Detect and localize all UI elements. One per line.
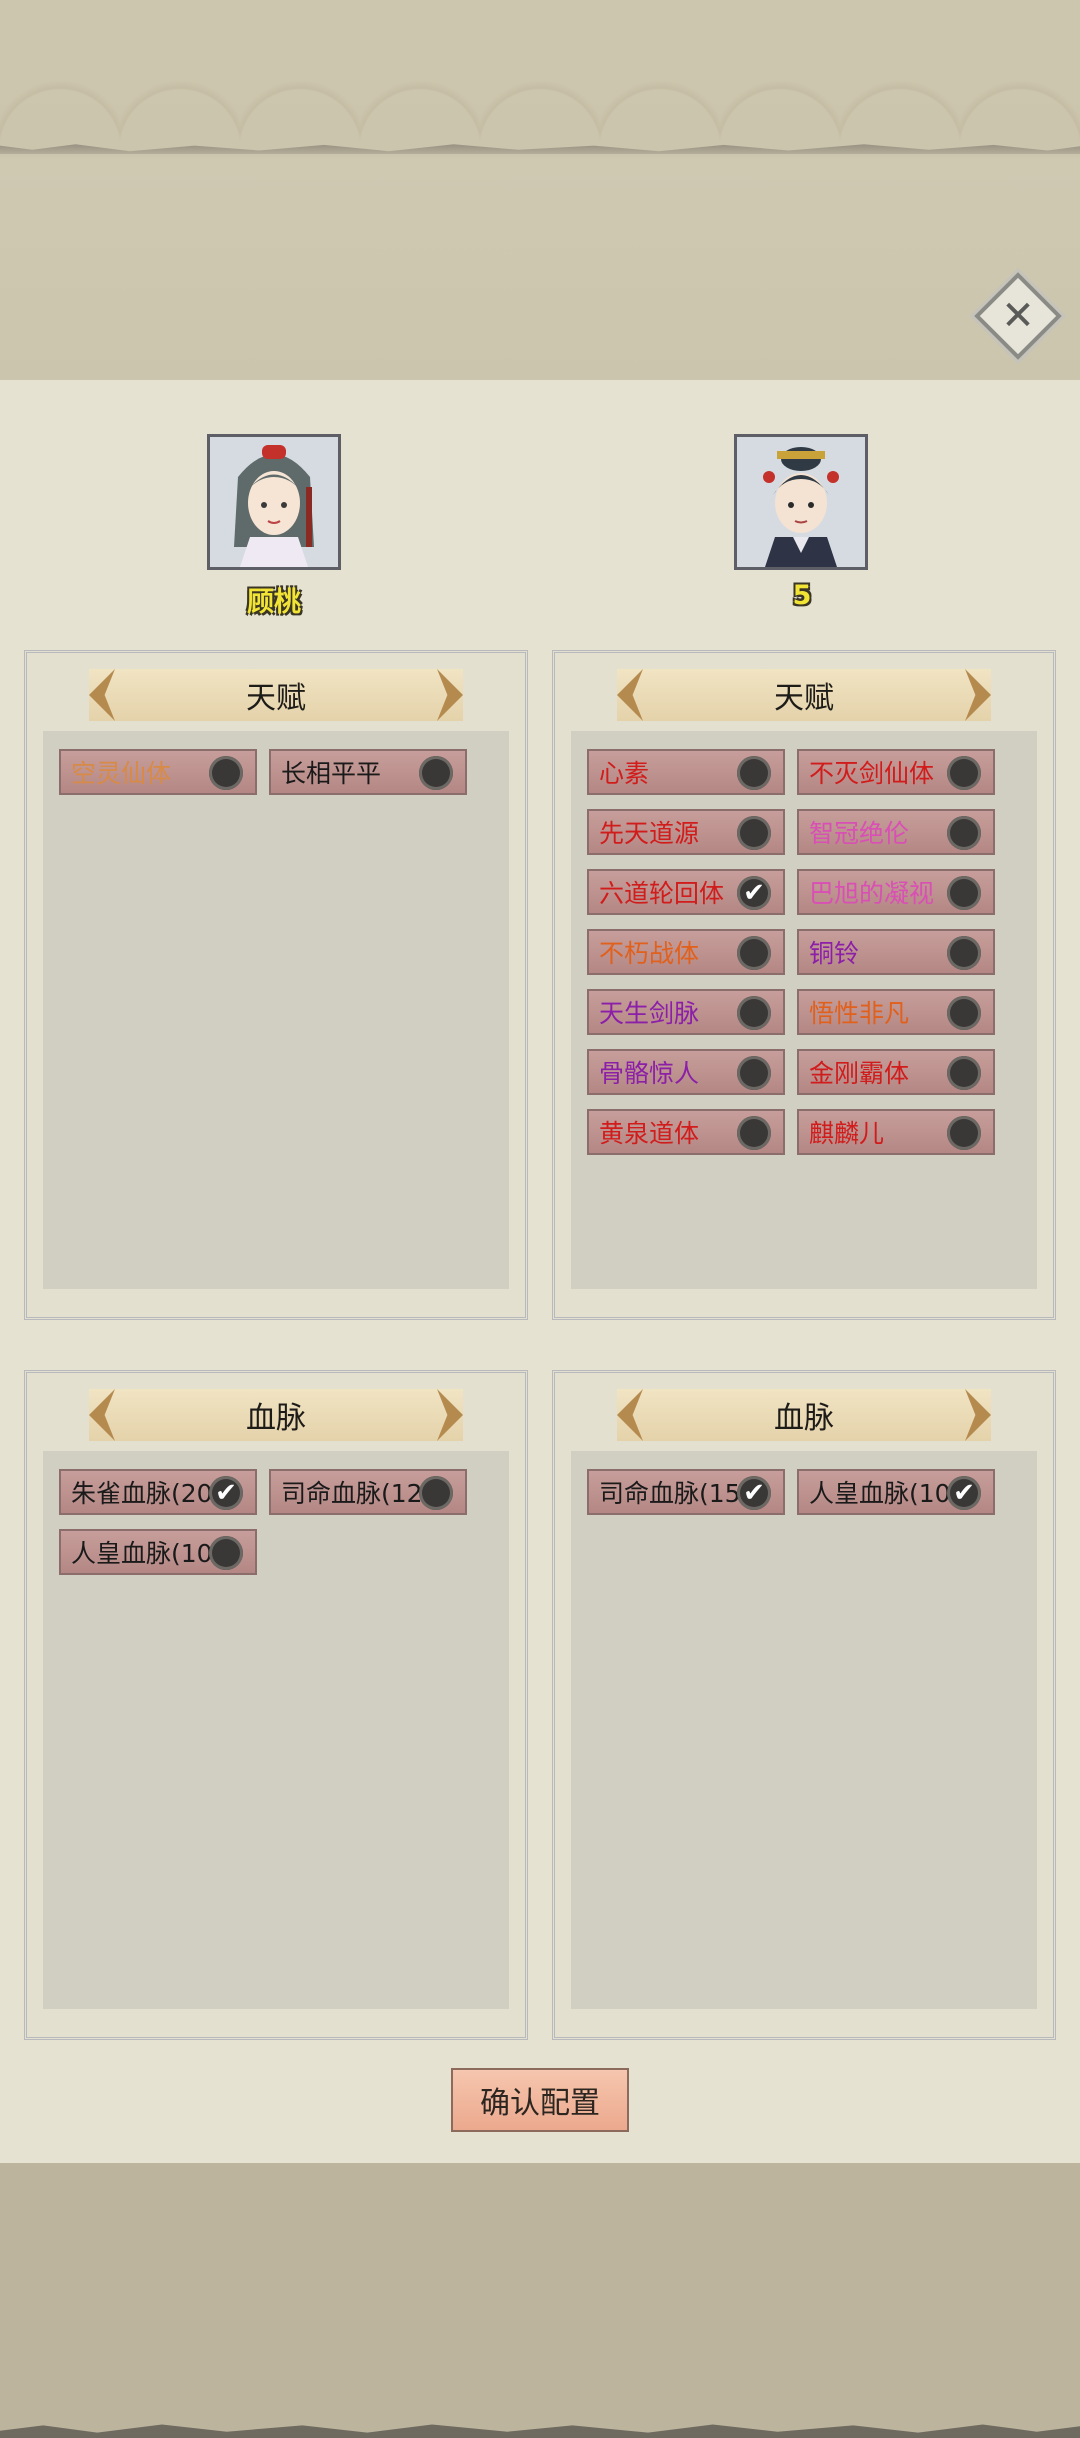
right-talent-chip[interactable]: 不朽战体 [587,929,785,975]
right-talent-chip-label: 黄泉道体 [599,1119,700,1148]
toggle-circle-icon[interactable] [947,756,981,790]
wave-pattern [0,0,1080,150]
config-panel: 顾桃 5 天赋 空灵仙体 长相平平 天赋 心素 不灭剑仙体 先天道源 智冠绝伦 六道轮回体… [0,380,1080,2163]
left-talent-banner: 天赋 [89,669,463,721]
right-talent-title: 天赋 [774,681,834,716]
right-talent-chip[interactable]: 骨骼惊人 [587,1049,785,1095]
right-talent-chip-label: 金刚霸体 [809,1059,910,1088]
toggle-circle-icon[interactable] [737,1116,771,1150]
right-talent-chip[interactable]: 心素 [587,749,785,795]
left-talent-chip-label: 空灵仙体 [71,759,172,788]
right-talent-chip[interactable]: 不灭剑仙体 [797,749,995,795]
close-button[interactable]: ✕ [974,272,1062,360]
right-talent-chip[interactable]: 麒麟儿 [797,1109,995,1155]
left-talent-list: 空灵仙体 长相平平 [43,731,509,1289]
right-talent-chip[interactable]: 六道轮回体 ✔ [587,869,785,915]
top-decorative-band [0,0,1080,380]
right-talent-chip[interactable]: 黄泉道体 [587,1109,785,1155]
toggle-circle-icon[interactable] [209,756,243,790]
toggle-circle-icon[interactable] [947,936,981,970]
left-talent-chip[interactable]: 长相平平 [269,749,467,795]
toggle-circle-icon[interactable] [209,1536,243,1570]
right-bloodline-list: 司命血脉(15 ✔ 人皇血脉(10 ✔ [571,1451,1037,2009]
portrait-male-icon [737,437,865,567]
right-talent-box: 天赋 心素 不灭剑仙体先天道源 智冠绝伦六道轮回体 ✔ 巴旭的凝视不朽战体 铜铃天生剑脉 悟… [552,650,1056,1320]
right-character-name: 5 [792,580,812,611]
left-character-name: 顾桃 [247,587,301,618]
left-talent-title: 天赋 [246,681,306,716]
toggle-circle-icon[interactable] [737,756,771,790]
left-talent-chip[interactable]: 空灵仙体 [59,749,257,795]
toggle-circle-icon[interactable] [737,1056,771,1090]
checkmark-icon[interactable]: ✔ [737,876,771,910]
toggle-circle-icon[interactable] [947,1056,981,1090]
right-talent-chip[interactable]: 天生剑脉 [587,989,785,1035]
toggle-circle-icon[interactable] [737,936,771,970]
right-talent-chip-label: 不灭剑仙体 [809,759,935,788]
right-talent-chip[interactable]: 悟性非凡 [797,989,995,1035]
left-bloodline-chip-label: 朱雀血脉(20 [71,1479,213,1508]
right-talent-chip-label: 悟性非凡 [809,999,910,1028]
left-character-avatar[interactable] [207,434,341,570]
right-talent-banner: 天赋 [617,669,991,721]
right-talent-chip-label: 铜铃 [809,939,860,968]
right-talent-chip[interactable]: 智冠绝伦 [797,809,995,855]
checkmark-icon[interactable]: ✔ [947,1476,981,1510]
right-talent-chip-label: 六道轮回体 [599,879,725,908]
right-talent-chip-label: 智冠绝伦 [809,819,910,848]
left-bloodline-chip[interactable]: 人皇血脉(108) [59,1529,257,1575]
right-bloodline-chip[interactable]: 司命血脉(15 ✔ [587,1469,785,1515]
left-bloodline-list: 朱雀血脉(20 ✔ 司命血脉(123) 人皇血脉(108) [43,1451,509,2009]
right-talent-chip-label: 心素 [599,759,650,788]
right-talent-chip[interactable]: 巴旭的凝视 [797,869,995,915]
close-icon: ✕ [1001,293,1035,339]
left-talent-box: 天赋 空灵仙体 长相平平 [24,650,528,1320]
toggle-circle-icon[interactable] [737,996,771,1030]
toggle-circle-icon[interactable] [947,996,981,1030]
toggle-circle-icon[interactable] [419,756,453,790]
confirm-config-button[interactable]: 确认配置 [451,2068,629,2132]
left-bloodline-title: 血脉 [246,1401,306,1436]
right-talent-chip-label: 巴旭的凝视 [809,879,935,908]
right-talent-chip-label: 先天道源 [599,819,700,848]
right-bloodline-title: 血脉 [774,1401,834,1436]
right-talent-chip[interactable]: 金刚霸体 [797,1049,995,1095]
toggle-circle-icon[interactable] [737,816,771,850]
checkmark-icon[interactable]: ✔ [737,1476,771,1510]
bottom-decorative-band [0,2163,1080,2438]
right-talent-chip[interactable]: 先天道源 [587,809,785,855]
right-talent-chip-label: 不朽战体 [599,939,700,968]
right-bloodline-box: 血脉 司命血脉(15 ✔ 人皇血脉(10 ✔ [552,1370,1056,2040]
toggle-circle-icon[interactable] [947,876,981,910]
right-bloodline-chip[interactable]: 人皇血脉(10 ✔ [797,1469,995,1515]
right-talent-chip-label: 麒麟儿 [809,1119,885,1148]
left-bloodline-chip[interactable]: 朱雀血脉(20 ✔ [59,1469,257,1515]
right-talent-chip[interactable]: 铜铃 [797,929,995,975]
right-bloodline-chip-label: 人皇血脉(10 [809,1479,951,1508]
right-talent-list: 心素 不灭剑仙体先天道源 智冠绝伦六道轮回体 ✔ 巴旭的凝视不朽战体 铜铃天生剑脉 悟性非凡… [571,731,1037,1289]
right-bloodline-chip-label: 司命血脉(15 [599,1479,741,1508]
left-bloodline-banner: 血脉 [89,1389,463,1441]
right-talent-chip-label: 天生剑脉 [599,999,700,1028]
toggle-circle-icon[interactable] [419,1476,453,1510]
right-talent-chip-label: 骨骼惊人 [599,1059,700,1088]
toggle-circle-icon[interactable] [947,1116,981,1150]
checkmark-icon[interactable]: ✔ [209,1476,243,1510]
right-bloodline-banner: 血脉 [617,1389,991,1441]
left-bloodline-chip[interactable]: 司命血脉(123) [269,1469,467,1515]
left-bloodline-box: 血脉 朱雀血脉(20 ✔ 司命血脉(123) 人皇血脉(108) [24,1370,528,2040]
portrait-female-icon [210,437,338,567]
right-character-avatar[interactable] [734,434,868,570]
left-talent-chip-label: 长相平平 [281,759,382,788]
toggle-circle-icon[interactable] [947,816,981,850]
